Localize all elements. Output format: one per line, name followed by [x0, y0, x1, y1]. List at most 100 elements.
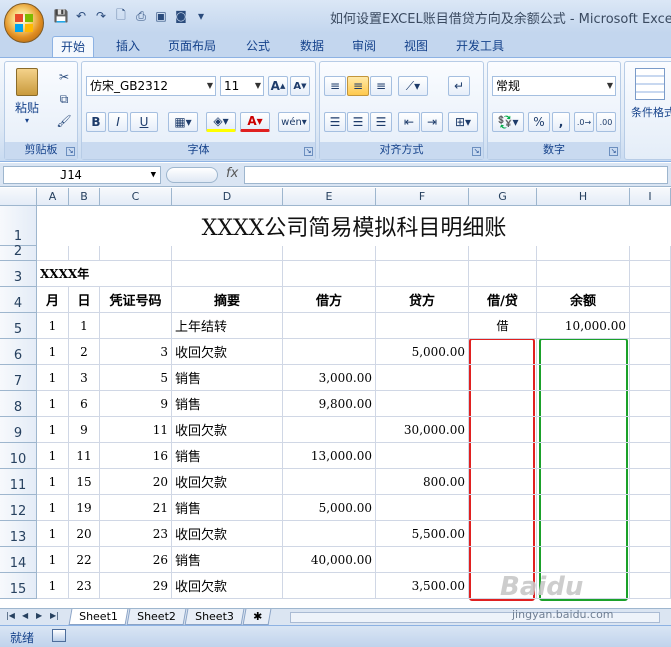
cell-summary[interactable]: 上年结转	[172, 313, 283, 339]
prev-sheet-icon[interactable]: ◀	[22, 611, 28, 620]
empty-cell[interactable]	[172, 246, 283, 261]
cell-summary[interactable]: 收回欠款	[172, 339, 283, 365]
tab-home[interactable]: 开始	[52, 36, 95, 57]
empty-cell[interactable]	[100, 261, 172, 287]
cell-direction[interactable]	[469, 495, 537, 521]
cell-month[interactable]: 1	[37, 391, 69, 417]
column-header-i[interactable]: I	[630, 188, 671, 206]
column-header-h[interactable]: H	[537, 188, 630, 206]
cell-direction[interactable]	[469, 443, 537, 469]
cut-icon[interactable]: ✂	[55, 68, 73, 86]
cell-extra[interactable]	[630, 313, 671, 339]
sheet-tab-1[interactable]: Sheet1	[68, 609, 129, 625]
cell-summary[interactable]: 销售	[172, 365, 283, 391]
row-header[interactable]: 15	[0, 573, 37, 599]
cell-direction[interactable]	[469, 391, 537, 417]
empty-cell[interactable]	[283, 246, 376, 261]
cell-voucher-no[interactable]: 26	[100, 547, 172, 573]
cell-day[interactable]: 20	[69, 521, 100, 547]
cell-direction[interactable]	[469, 417, 537, 443]
cell-month[interactable]: 1	[37, 547, 69, 573]
cell-direction[interactable]: 借	[469, 313, 537, 339]
cell-debit[interactable]: 5,000.00	[283, 495, 376, 521]
underline-button[interactable]: U	[130, 112, 158, 132]
cell-extra[interactable]	[630, 417, 671, 443]
row-header[interactable]: 1	[0, 206, 37, 246]
cell-debit[interactable]	[283, 521, 376, 547]
cell-balance[interactable]	[537, 417, 630, 443]
empty-cell[interactable]	[100, 246, 172, 261]
empty-cell[interactable]	[172, 261, 283, 287]
cell-summary[interactable]: 收回欠款	[172, 469, 283, 495]
cell-day[interactable]: 9	[69, 417, 100, 443]
orientation-button[interactable]: ⟋▾	[398, 76, 428, 96]
cell-debit[interactable]: 40,000.00	[283, 547, 376, 573]
copy-icon[interactable]: ⧉	[55, 90, 73, 108]
cell-debit[interactable]	[283, 469, 376, 495]
header-cell-extra[interactable]	[630, 287, 671, 313]
cell-day[interactable]: 22	[69, 547, 100, 573]
cell-credit[interactable]: 800.00	[376, 469, 469, 495]
cell-voucher-no[interactable]: 9	[100, 391, 172, 417]
cell-debit[interactable]	[283, 339, 376, 365]
empty-cell[interactable]	[69, 246, 100, 261]
font-size-combo[interactable]: 11 ▼	[220, 76, 264, 96]
insert-sheet-icon[interactable]: ✱	[242, 609, 272, 625]
cell-extra[interactable]	[630, 339, 671, 365]
cell-voucher-no[interactable]: 29	[100, 573, 172, 599]
redo-icon[interactable]: ↷	[92, 7, 110, 25]
header-cell-credit[interactable]: 贷方	[376, 287, 469, 313]
formula-input[interactable]	[244, 166, 668, 184]
cell-credit[interactable]	[376, 365, 469, 391]
cell-voucher-no[interactable]: 5	[100, 365, 172, 391]
increase-indent-button[interactable]: ⇥	[421, 112, 443, 132]
cell-debit[interactable]	[283, 573, 376, 599]
row-header[interactable]: 2	[0, 244, 37, 261]
column-header-e[interactable]: E	[283, 188, 376, 206]
cell-voucher-no[interactable]: 23	[100, 521, 172, 547]
column-header-d[interactable]: D	[172, 188, 283, 206]
row-header[interactable]: 7	[0, 365, 37, 391]
cell-balance[interactable]	[537, 495, 630, 521]
open-icon[interactable]: ▣	[152, 7, 170, 25]
cell-voucher-no[interactable]: 21	[100, 495, 172, 521]
first-sheet-icon[interactable]: |◀	[6, 611, 15, 620]
cell-credit[interactable]: 5,500.00	[376, 521, 469, 547]
empty-cell[interactable]	[630, 261, 671, 287]
select-all-corner[interactable]	[0, 188, 37, 206]
empty-cell[interactable]	[376, 246, 469, 261]
alignment-dialog-launcher[interactable]: ↘	[472, 147, 481, 156]
align-center-button[interactable]: ☰	[347, 112, 369, 132]
font-color-button[interactable]: A▾	[240, 112, 270, 132]
empty-cell[interactable]	[37, 246, 69, 261]
comma-style-button[interactable]: ,	[552, 112, 570, 132]
cell-extra[interactable]	[630, 573, 671, 599]
cell-direction[interactable]	[469, 521, 537, 547]
column-header-g[interactable]: G	[469, 188, 537, 206]
cell-voucher-no[interactable]: 20	[100, 469, 172, 495]
cell-month[interactable]: 1	[37, 417, 69, 443]
accounting-format-button[interactable]: 💱▾	[492, 112, 524, 132]
cell-summary[interactable]: 销售	[172, 443, 283, 469]
print-preview-icon[interactable]: 🗋	[112, 7, 130, 25]
header-cell-balance[interactable]: 余额	[537, 287, 630, 313]
cell-extra[interactable]	[630, 365, 671, 391]
cell-month[interactable]: 1	[37, 339, 69, 365]
cell-day[interactable]: 19	[69, 495, 100, 521]
cell-extra[interactable]	[630, 443, 671, 469]
cell-voucher-no[interactable]	[100, 313, 172, 339]
cell-extra[interactable]	[630, 495, 671, 521]
cell-voucher-no[interactable]: 16	[100, 443, 172, 469]
tab-data[interactable]: 数据	[292, 36, 332, 57]
cell-summary[interactable]: 销售	[172, 391, 283, 417]
number-format-combo[interactable]: 常规 ▼	[492, 76, 616, 96]
cell-direction[interactable]	[469, 365, 537, 391]
cell-day[interactable]: 1	[69, 313, 100, 339]
tab-view[interactable]: 视图	[396, 36, 436, 57]
cell-credit[interactable]	[376, 547, 469, 573]
cell-month[interactable]: 1	[37, 365, 69, 391]
customize-qat-icon[interactable]: ▾	[192, 7, 210, 25]
align-left-button[interactable]: ☰	[324, 112, 346, 132]
cell-credit[interactable]	[376, 443, 469, 469]
macro-record-icon[interactable]	[52, 629, 66, 642]
